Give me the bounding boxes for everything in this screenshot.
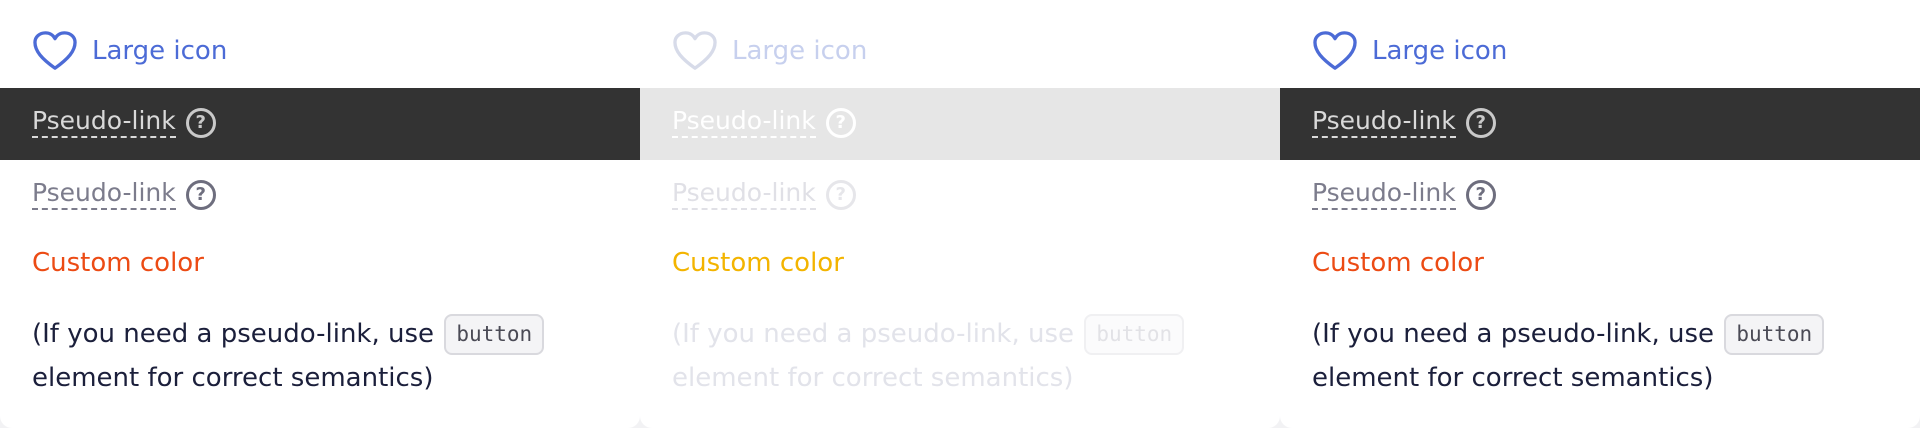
custom-color-link[interactable]: Custom color [1312,248,1484,278]
semantics-note: (If you need a pseudo-link, use button e… [1312,312,1892,400]
large-icon-link-label: Large icon [732,36,868,66]
large-icon-link: Large icon [672,30,867,72]
note-text-end: element for correct semantics) [672,363,1074,393]
link-showcase: Large icon Pseudo-link ? Pseudo-link ? C… [0,0,1920,428]
pseudo-link-label[interactable]: Pseudo-link [32,107,176,139]
large-icon-link-label: Large icon [92,36,228,66]
note-text-end: element for correct semantics) [1312,363,1714,393]
pseudo-link-on-light[interactable]: Pseudo-link ? [32,179,216,211]
large-icon-link[interactable]: Large icon [1312,30,1507,72]
question-circle-icon[interactable]: ? [185,108,216,139]
large-icon-link[interactable]: Large icon [32,30,227,72]
pseudo-link-label: Pseudo-link [672,179,816,211]
pseudo-link-on-light[interactable]: Pseudo-link ? [1312,179,1496,211]
note-text-start: (If you need a pseudo-link, use [672,319,1083,349]
code-button-tag: button [1724,314,1825,355]
question-circle-icon: ? [825,108,856,139]
pseudo-link-on-light: Pseudo-link ? [672,179,856,211]
custom-color-link: Custom color [672,248,844,278]
code-button-tag: button [1084,314,1185,355]
heart-outline-icon [672,30,718,72]
note-text-start: (If you need a pseudo-link, use [32,319,443,349]
note-text-end: element for correct semantics) [32,363,434,393]
panel-normal-2: Large icon Pseudo-link ? Pseudo-link ? C… [1280,0,1920,428]
pseudo-link-label[interactable]: Pseudo-link [32,179,176,211]
pseudo-link-on-dark[interactable]: Pseudo-link ? [1312,107,1496,139]
code-button-tag: button [444,314,545,355]
note-text-start: (If you need a pseudo-link, use [1312,319,1723,349]
custom-color-link[interactable]: Custom color [32,248,204,278]
panel-normal-1: Large icon Pseudo-link ? Pseudo-link ? C… [0,0,640,428]
semantics-note: (If you need a pseudo-link, use button e… [672,312,1252,400]
pseudo-link-on-dark: Pseudo-link ? [672,107,856,139]
pseudo-link-label[interactable]: Pseudo-link [1312,107,1456,139]
question-circle-icon[interactable]: ? [1465,180,1496,211]
heart-outline-icon [1312,30,1358,72]
question-circle-icon: ? [825,180,856,211]
question-circle-icon[interactable]: ? [1465,108,1496,139]
pseudo-link-label: Pseudo-link [672,107,816,139]
pseudo-link-label[interactable]: Pseudo-link [1312,179,1456,211]
heart-outline-icon [32,30,78,72]
panel-disabled: Large icon Pseudo-link ? Pseudo-link ? C… [640,0,1280,428]
large-icon-link-label: Large icon [1372,36,1508,66]
semantics-note: (If you need a pseudo-link, use button e… [32,312,612,400]
pseudo-link-on-dark[interactable]: Pseudo-link ? [32,107,216,139]
question-circle-icon[interactable]: ? [185,180,216,211]
